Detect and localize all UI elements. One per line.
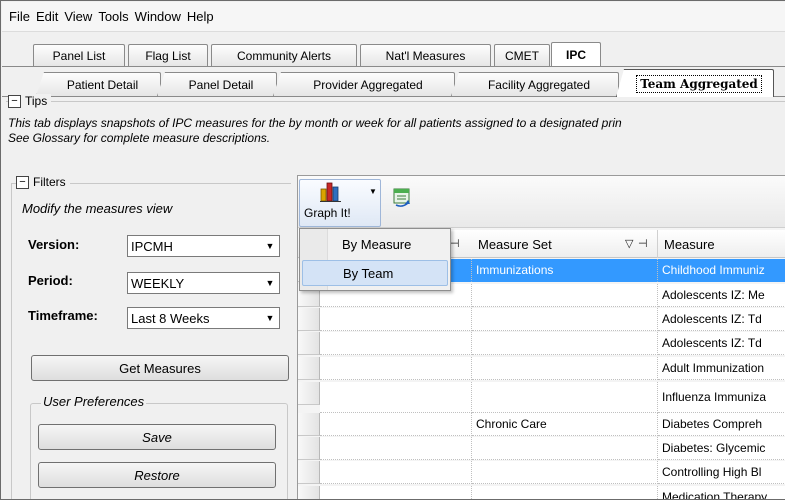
chevron-down-icon[interactable]: ▼ <box>263 276 277 290</box>
filters-header: − Filters <box>16 175 70 189</box>
menu-bar: File Edit View Tools Window Help <box>2 2 785 32</box>
tab-flag-list[interactable]: Flag List <box>128 44 208 66</box>
table-cell-empty[interactable] <box>320 413 472 436</box>
column-header-measure[interactable]: Measure <box>658 230 785 258</box>
tab-team-aggregated-label: Team Aggregated <box>636 74 762 93</box>
tab-cmet[interactable]: CMET <box>494 44 550 66</box>
row-selector[interactable] <box>298 357 320 380</box>
user-preferences-title: User Preferences <box>41 394 147 409</box>
bar-chart-icon <box>320 182 341 202</box>
table-cell-measure-set[interactable]: Immunizations <box>472 259 658 282</box>
version-select[interactable]: IPCMH ▼ <box>127 235 280 257</box>
table-cell-empty[interactable] <box>320 308 472 331</box>
save-button[interactable]: Save <box>38 424 276 450</box>
tab-team-aggregated[interactable]: Team Aggregated <box>616 69 774 97</box>
table-cell-empty[interactable] <box>320 486 472 499</box>
table-cell-measure[interactable]: Diabetes Compreh <box>658 413 785 436</box>
tab-provider-aggregated[interactable]: Provider Aggregated <box>273 72 455 96</box>
filters-subtitle: Modify the measures view <box>22 201 173 216</box>
sub-tab-strip: Patient Detail Panel Detail Provider Agg… <box>2 67 785 97</box>
chevron-down-icon[interactable]: ▼ <box>263 311 277 325</box>
tips-text: This tab displays snapshots of IPC measu… <box>8 116 785 146</box>
menu-tools[interactable]: Tools <box>97 9 129 24</box>
tab-patient-detail[interactable]: Patient Detail <box>36 72 161 96</box>
menu-item-by-measure[interactable]: By Measure <box>302 231 448 257</box>
table-cell-measure-set[interactable] <box>472 332 658 355</box>
row-selector[interactable] <box>298 308 320 331</box>
tips-collapse-button[interactable]: − <box>8 94 21 108</box>
menu-view[interactable]: View <box>63 9 93 24</box>
table-cell-measure-set[interactable] <box>472 461 658 484</box>
table-cell-measure[interactable]: Adolescents IZ: Td <box>658 308 785 331</box>
table-cell-measure-set[interactable] <box>472 486 658 499</box>
timeframe-select[interactable]: Last 8 Weeks ▼ <box>127 307 280 329</box>
table-cell-measure-set[interactable] <box>472 284 658 307</box>
row-selector[interactable] <box>298 437 320 460</box>
tab-panel-detail[interactable]: Panel Detail <box>157 72 277 96</box>
caret-down-icon[interactable]: ▼ <box>369 187 377 196</box>
get-measures-button[interactable]: Get Measures <box>31 355 289 381</box>
tab-panel-list[interactable]: Panel List <box>33 44 125 66</box>
table-cell-empty[interactable] <box>320 357 472 380</box>
table-cell-empty[interactable] <box>320 382 472 413</box>
menu-window[interactable]: Window <box>134 9 182 24</box>
restore-button[interactable]: Restore <box>38 462 276 488</box>
period-label: Period: <box>28 273 73 288</box>
table-cell-empty[interactable] <box>320 332 472 355</box>
table-cell-empty[interactable] <box>320 461 472 484</box>
filters-title: Filters <box>33 175 66 189</box>
table-cell-measure[interactable]: Influenza Immuniza <box>658 382 785 413</box>
period-value: WEEKLY <box>131 275 185 291</box>
row-selector[interactable] <box>298 382 320 405</box>
version-label: Version: <box>28 237 80 252</box>
table-cell-measure[interactable]: Diabetes: Glycemic <box>658 437 785 460</box>
tab-community-alerts[interactable]: Community Alerts <box>211 44 357 66</box>
table-cell-measure-set[interactable] <box>472 308 658 331</box>
timeframe-value: Last 8 Weeks <box>131 310 210 326</box>
table-cell-measure[interactable]: Adolescents IZ: Me <box>658 284 785 307</box>
table-cell-empty[interactable] <box>320 437 472 460</box>
period-select[interactable]: WEEKLY ▼ <box>127 272 280 294</box>
graph-it-label: Graph It! <box>304 206 351 220</box>
tab-ipc[interactable]: IPC <box>551 42 601 66</box>
calendar-refresh-icon[interactable] <box>391 186 413 208</box>
column-header-measure-label: Measure <box>664 236 715 252</box>
menu-help[interactable]: Help <box>186 9 215 24</box>
filters-collapse-button[interactable]: − <box>16 175 29 189</box>
tab-natl-measures[interactable]: Nat'l Measures <box>360 44 491 66</box>
graph-it-menu: By Measure By Team <box>299 228 451 291</box>
table-cell-measure[interactable]: Controlling High Bl <box>658 461 785 484</box>
table-cell-measure-set[interactable] <box>472 437 658 460</box>
row-selector[interactable] <box>298 461 320 484</box>
tab-facility-aggregated[interactable]: Facility Aggregated <box>451 72 619 96</box>
menu-item-by-team[interactable]: By Team <box>302 260 448 286</box>
column-header-measure-set-label: Measure Set <box>478 236 552 252</box>
table-cell-measure-set[interactable] <box>472 382 658 413</box>
menu-file[interactable]: File <box>8 9 31 24</box>
table-cell-measure[interactable]: Medication Therapy <box>658 486 785 499</box>
table-cell-measure[interactable]: Adolescents IZ: Td <box>658 332 785 355</box>
table-cell-measure[interactable]: Childhood Immuniz <box>658 259 785 282</box>
row-selector[interactable] <box>298 413 320 436</box>
table-cell-measure-set[interactable]: Chronic Care <box>472 413 658 436</box>
table-cell-measure[interactable]: Adult Immunization <box>658 357 785 380</box>
version-value: IPCMH <box>131 238 173 254</box>
tips-line-1: This tab displays snapshots of IPC measu… <box>8 116 622 130</box>
table-cell-measure-set[interactable] <box>472 357 658 380</box>
row-selector[interactable] <box>298 332 320 355</box>
tips-header: − Tips <box>8 94 52 108</box>
pin-icon[interactable]: ⊣ <box>638 237 648 250</box>
tips-line-2: See Glossary for complete measure descri… <box>8 131 271 145</box>
pin-icon[interactable]: ⊣ <box>450 237 460 250</box>
top-tab-strip: Panel List Flag List Community Alerts Na… <box>2 39 785 67</box>
row-selector[interactable] <box>298 486 320 499</box>
timeframe-label: Timeframe: <box>28 308 98 323</box>
chevron-down-icon[interactable]: ▼ <box>263 239 277 253</box>
app-window: File Edit View Tools Window Help Panel L… <box>0 0 785 500</box>
tips-section: − Tips This tab displays snapshots of IP… <box>6 94 785 163</box>
filter-icon[interactable]: ▽ <box>625 237 633 250</box>
tips-title: Tips <box>25 94 48 108</box>
menu-edit[interactable]: Edit <box>35 9 59 24</box>
